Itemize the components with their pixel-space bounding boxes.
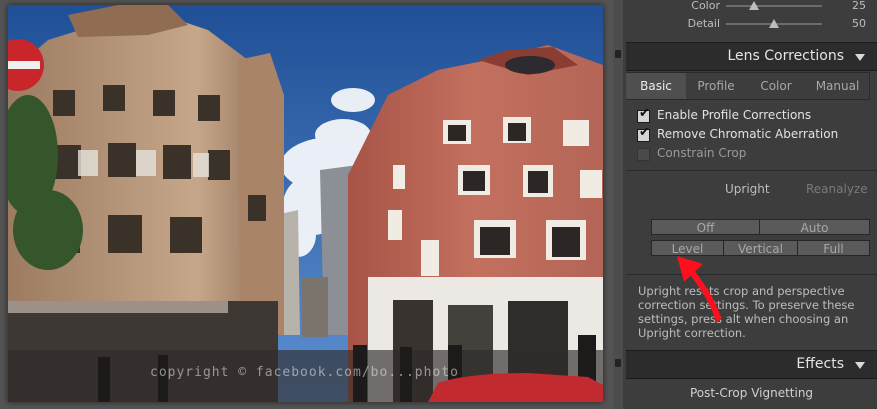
color-slider[interactable] [726, 1, 822, 10]
develop-right-panel: Color 25 Detail 50 Lens Corrections Basi… [613, 0, 877, 409]
slider-label: Detail [687, 17, 720, 30]
effects-header[interactable]: Effects [626, 350, 877, 379]
color-slider-row: Color 25 [626, 0, 877, 15]
slider-thumb[interactable] [749, 1, 759, 10]
collapse-triangle-icon[interactable] [855, 54, 865, 61]
section-title: Effects [796, 356, 844, 372]
tab-manual[interactable]: Manual [806, 73, 869, 99]
upright-help-text: Upright resets crop and perspective corr… [638, 284, 855, 340]
upright-vertical-button[interactable]: Vertical [723, 240, 798, 256]
divider [626, 274, 877, 275]
checkbox-label: Enable Profile Corrections [657, 108, 812, 122]
enable-profile-corrections-checkbox[interactable]: ✔ [637, 106, 650, 123]
slider-value[interactable]: 25 [852, 0, 866, 12]
checkbox-label: Remove Chromatic Aberration [657, 127, 839, 141]
upright-auto-button[interactable]: Auto [759, 219, 870, 235]
tab-basic[interactable]: Basic [626, 73, 686, 99]
lens-corrections-header[interactable]: Lens Corrections [626, 42, 877, 71]
panel-grip-handle[interactable] [615, 359, 621, 367]
upright-level-button[interactable]: Level [651, 240, 724, 256]
divider [626, 170, 877, 171]
constrain-crop-checkbox[interactable] [637, 148, 650, 161]
photo-canvas[interactable]: copyright © facebook.com/bo...photo [0, 0, 613, 409]
copyright-watermark: copyright © facebook.com/bo...photo [150, 365, 459, 380]
checkbox-label: Constrain Crop [657, 146, 747, 160]
upright-full-button[interactable]: Full [797, 240, 870, 256]
slider-value[interactable]: 50 [852, 17, 866, 30]
post-crop-vignetting-label: Post-Crop Vignetting [689, 386, 814, 400]
remove-chromatic-aberration-checkbox[interactable]: ✔ [637, 125, 650, 142]
slider-label: Color [691, 0, 720, 12]
panel-grip-handle[interactable] [615, 50, 621, 58]
reanalyze-button[interactable]: Reanalyze [806, 182, 868, 196]
section-title: Lens Corrections [727, 48, 844, 64]
collapse-triangle-icon[interactable] [855, 362, 865, 369]
panel-scroll-strip[interactable] [613, 0, 623, 409]
lens-corrections-tabs: Basic Profile Color Manual [626, 72, 870, 100]
detail-slider[interactable] [726, 19, 822, 28]
tab-color[interactable]: Color [746, 73, 806, 99]
tab-profile[interactable]: Profile [686, 73, 746, 99]
detail-slider-row: Detail 50 [626, 15, 877, 33]
upright-label: Upright [725, 182, 770, 196]
slider-thumb[interactable] [769, 19, 779, 28]
upright-off-button[interactable]: Off [651, 219, 760, 235]
street-photo: copyright © facebook.com/bo...photo [8, 5, 603, 402]
